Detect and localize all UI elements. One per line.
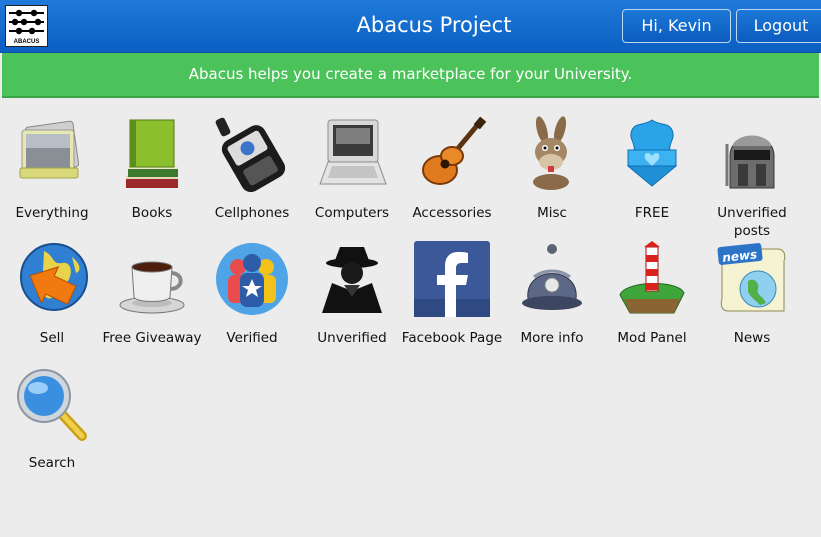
helmet-icon — [714, 116, 790, 192]
tile-label: Misc — [537, 205, 567, 221]
coffee-cup-icon — [114, 241, 190, 317]
tile-free[interactable]: FREE — [602, 116, 702, 236]
tile-news[interactable]: news News — [702, 241, 802, 361]
facebook-icon — [414, 241, 490, 317]
info-banner: Abacus helps you create a marketplace fo… — [2, 53, 819, 98]
tile-label: Computers — [314, 205, 390, 221]
tile-label: Free Giveaway — [102, 330, 202, 346]
tile-unverified[interactable]: Unverified — [302, 241, 402, 361]
tile-label: Facebook Page — [401, 330, 503, 346]
lighthouse-icon — [614, 241, 690, 317]
tile-label: Search — [28, 455, 76, 471]
abacus-icon — [9, 9, 44, 35]
tile-label: Unverified — [317, 330, 387, 346]
tile-label: Verified — [226, 330, 278, 346]
tile-label: Unverified posts — [717, 205, 787, 239]
tile-label: Everything — [15, 205, 89, 221]
tile-misc[interactable]: Misc — [502, 116, 602, 236]
tile-computers[interactable]: Computers — [302, 116, 402, 236]
donkey-icon — [514, 116, 590, 192]
tile-label: Sell — [39, 330, 65, 346]
guitar-icon — [414, 116, 490, 192]
tile-label: Books — [131, 205, 173, 221]
files-icon — [14, 116, 90, 192]
cellphone-icon — [214, 116, 290, 192]
tile-cellphones[interactable]: Cellphones — [202, 116, 302, 236]
top-header: ABACUS Abacus Project Hi, Kevin Logout — [0, 0, 821, 53]
verified-people-icon — [214, 241, 290, 317]
globe-arrow-icon — [14, 241, 90, 317]
tile-label: More info — [520, 330, 584, 346]
tile-label: News — [733, 330, 771, 346]
tile-label: Cellphones — [214, 205, 290, 221]
tile-accessories[interactable]: Accessories — [402, 116, 502, 236]
tile-search[interactable]: Search — [2, 366, 102, 486]
news-icon: news — [714, 241, 790, 317]
tile-unverified-posts[interactable]: Unverified posts — [702, 116, 802, 239]
page-title: Abacus Project — [356, 13, 512, 37]
free-gift-icon — [614, 116, 690, 192]
tile-books[interactable]: Books — [102, 116, 202, 236]
tile-everything[interactable]: Everything — [2, 116, 102, 236]
logo-text: ABACUS — [13, 39, 40, 45]
tile-facebook-page[interactable]: Facebook Page — [402, 241, 502, 361]
logout-button[interactable]: Logout — [736, 9, 821, 43]
books-icon — [114, 116, 190, 192]
tile-label: FREE — [634, 205, 670, 221]
user-greeting-button[interactable]: Hi, Kevin — [622, 9, 731, 43]
tile-verified[interactable]: Verified — [202, 241, 302, 361]
magnifier-icon — [14, 366, 90, 442]
tile-more-info[interactable]: More info — [502, 241, 602, 361]
spy-icon — [314, 241, 390, 317]
tile-mod-panel[interactable]: Mod Panel — [602, 241, 702, 361]
tile-label: Mod Panel — [617, 330, 687, 346]
police-helmet-icon — [514, 241, 590, 317]
tile-free-giveaway[interactable]: Free Giveaway — [102, 241, 202, 361]
laptop-icon — [314, 116, 390, 192]
tile-sell[interactable]: Sell — [2, 241, 102, 361]
abacus-logo[interactable]: ABACUS — [5, 5, 48, 47]
tile-label: Accessories — [412, 205, 492, 221]
